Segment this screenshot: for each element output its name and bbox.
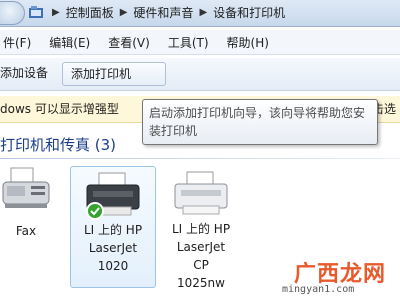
menu-bar: 件(F) 编辑(E) 查看(V) 工具(T) 帮助(H) bbox=[0, 30, 400, 55]
command-bar: 添加设备 添加打印机 bbox=[0, 58, 400, 91]
breadcrumb[interactable]: ▶ 控制面板 ▶ 硬件和声音 ▶ 设备和打印机 bbox=[28, 2, 400, 22]
watermark: 广西龙网 mingyan1.com bbox=[272, 256, 392, 300]
device-hp-laserjet-1020[interactable]: LI 上的 HP LaserJet 1020 bbox=[70, 166, 156, 288]
device-fax[interactable]: Fax bbox=[0, 166, 52, 240]
device-label-line-4: 1025nw bbox=[177, 276, 225, 290]
watermark-url: mingyan1.com bbox=[282, 284, 355, 295]
chevron-right-icon: ▶ bbox=[199, 6, 208, 18]
fax-icon bbox=[2, 167, 50, 208]
control-panel-icon bbox=[29, 6, 43, 18]
crumb-hardware-sound[interactable]: 硬件和声音 bbox=[133, 4, 193, 21]
menu-view[interactable]: 查看(V) bbox=[105, 34, 153, 51]
add-device-button[interactable]: 添加设备 bbox=[0, 62, 56, 84]
chevron-right-icon: ▶ bbox=[52, 6, 60, 18]
device-label-line-3: CP bbox=[193, 258, 209, 272]
device-label-line-1: LI 上的 HP bbox=[83, 223, 143, 237]
device-label-line-2: LaserJet bbox=[88, 241, 138, 255]
chevron-right-icon: ▶ bbox=[119, 6, 128, 18]
group-divider bbox=[0, 158, 400, 159]
device-hp-laserjet-cp1025nw[interactable]: LI 上的 HP LaserJet CP 1025nw bbox=[160, 166, 242, 292]
add-printer-tooltip: 启动添加打印机向导，该向导将帮助您安装打印机 bbox=[142, 99, 378, 145]
device-label-line-3: 1020 bbox=[97, 259, 129, 273]
crumb-control-panel[interactable]: 控制面板 bbox=[66, 4, 114, 21]
device-label: Fax bbox=[15, 224, 37, 238]
add-printer-button[interactable]: 添加打印机 bbox=[62, 62, 166, 86]
default-printer-checkmark bbox=[86, 202, 104, 220]
printer-icon bbox=[174, 171, 228, 215]
menu-tools[interactable]: 工具(T) bbox=[165, 34, 212, 51]
crumb-devices-printers[interactable]: 设备和打印机 bbox=[213, 4, 285, 21]
device-label-line-1: LI 上的 HP bbox=[171, 222, 231, 236]
printer-icon bbox=[86, 172, 140, 220]
address-bar[interactable]: ▶ 控制面板 ▶ 硬件和声音 ▶ 设备和打印机 bbox=[0, 0, 400, 27]
info-bar-text: dows 可以显示增强型 bbox=[0, 102, 119, 116]
device-label-line-2: LaserJet bbox=[176, 240, 226, 254]
menu-file[interactable]: 件(F) bbox=[0, 34, 34, 51]
menu-help[interactable]: 帮助(H) bbox=[224, 34, 272, 51]
forward-button[interactable] bbox=[0, 1, 25, 25]
menu-edit[interactable]: 编辑(E) bbox=[46, 34, 93, 51]
